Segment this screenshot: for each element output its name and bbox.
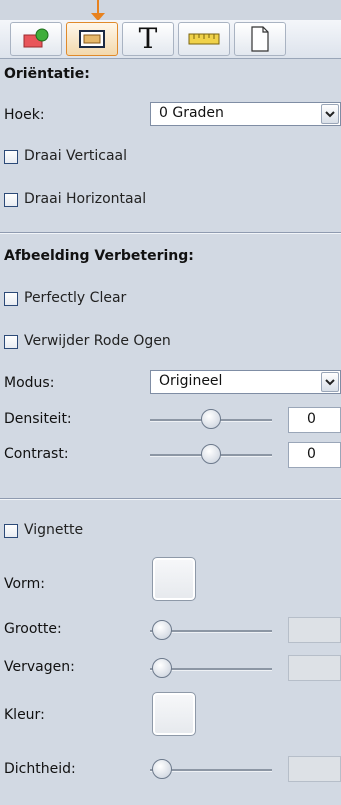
- enhancement-heading: Afbeelding Verbetering:: [4, 248, 194, 264]
- vignette-label: Vignette: [24, 522, 84, 538]
- color-swatch[interactable]: [152, 692, 196, 736]
- vignette-checkbox[interactable]: [4, 524, 18, 538]
- contrast-value-field[interactable]: 0: [288, 442, 341, 468]
- vignette-density-label: Dichtheid:: [4, 761, 76, 777]
- image-frame-tool-button[interactable]: [66, 22, 118, 56]
- size-value-field[interactable]: [288, 617, 341, 643]
- angle-select-value: 0 Graden: [159, 105, 224, 121]
- flip-horizontal-label: Draai Horizontaal: [24, 191, 147, 207]
- perfectly-clear-label: Perfectly Clear: [24, 290, 127, 306]
- red-eye-checkbox[interactable]: [4, 335, 18, 349]
- contrast-label: Contrast:: [4, 446, 69, 462]
- settings-panel: Oriëntatie: Hoek: 0 Graden Draai Vertica…: [0, 59, 341, 805]
- chevron-down-icon[interactable]: [321, 104, 339, 124]
- vignette-density-slider-thumb[interactable]: [152, 759, 172, 779]
- orientation-heading: Oriëntatie:: [4, 66, 90, 82]
- section-divider: [0, 498, 341, 500]
- flip-horizontal-checkbox[interactable]: [4, 193, 18, 207]
- density-slider-thumb[interactable]: [201, 409, 221, 429]
- mode-select[interactable]: Origineel: [150, 370, 341, 394]
- text-icon: T: [138, 22, 158, 55]
- flip-vertical-checkbox[interactable]: [4, 150, 18, 164]
- density-value-field[interactable]: 0: [288, 407, 341, 433]
- angle-select[interactable]: 0 Graden: [150, 102, 341, 126]
- angle-label: Hoek:: [4, 107, 45, 123]
- vignette-density-value-field[interactable]: [288, 756, 341, 782]
- size-slider-thumb[interactable]: [152, 620, 172, 640]
- picture-green-icon: [21, 27, 51, 51]
- perfectly-clear-checkbox[interactable]: [4, 292, 18, 306]
- toolbar: T: [0, 20, 341, 59]
- shape-swatch[interactable]: [152, 557, 196, 601]
- blur-label: Vervagen:: [4, 659, 75, 675]
- contrast-value: 0: [307, 446, 316, 462]
- blur-slider-thumb[interactable]: [152, 658, 172, 678]
- density-label: Densiteit:: [4, 411, 72, 427]
- contrast-slider-thumb[interactable]: [201, 444, 221, 464]
- red-eye-label: Verwijder Rode Ogen: [24, 333, 171, 349]
- text-tool-button[interactable]: T: [122, 22, 174, 56]
- page-tool-button[interactable]: [234, 22, 286, 56]
- ruler-tool-button[interactable]: [178, 22, 230, 56]
- picture-tool-button[interactable]: [10, 22, 62, 56]
- density-value: 0: [307, 411, 316, 427]
- section-divider: [0, 232, 341, 234]
- shape-label: Vorm:: [4, 576, 45, 592]
- mode-label: Modus:: [4, 375, 55, 391]
- page-icon: [250, 26, 270, 52]
- size-label: Grootte:: [4, 621, 62, 637]
- chevron-down-icon[interactable]: [321, 372, 339, 392]
- color-label: Kleur:: [4, 707, 45, 723]
- flip-vertical-label: Draai Verticaal: [24, 148, 128, 164]
- blur-value-field[interactable]: [288, 655, 341, 681]
- mode-select-value: Origineel: [159, 373, 223, 389]
- ruler-icon: [187, 31, 221, 47]
- image-frame-icon: [77, 27, 107, 51]
